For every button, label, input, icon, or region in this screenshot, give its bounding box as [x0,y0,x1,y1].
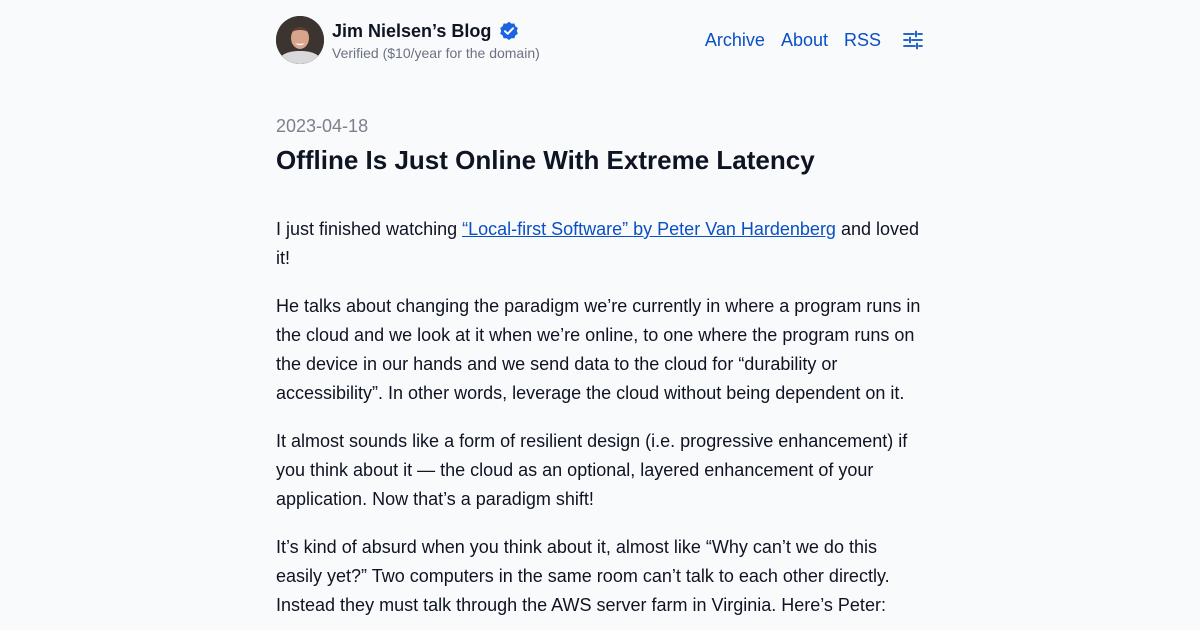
paragraph-1: I just finished watching “Local-first So… [276,215,924,273]
nav-about-link[interactable]: About [781,28,828,52]
verified-badge-icon [499,21,519,41]
site-title-row: Jim Nielsen’s Blog [332,19,540,43]
talk-link[interactable]: “Local-first Software” by Peter Van Hard… [462,219,836,239]
avatar-image [276,16,324,64]
main-nav: Archive About RSS [689,28,924,52]
post-date: 2023-04-18 [276,116,369,136]
site-brand: Jim Nielsen’s Blog Verified ($10/year fo… [332,19,540,62]
site-subtitle: Verified ($10/year for the domain) [332,45,540,61]
post-body: I just finished watching “Local-first So… [276,215,924,620]
sliders-icon[interactable] [902,29,924,51]
paragraph-3: It almost sounds like a form of resilien… [276,431,908,509]
paragraph-4: It’s kind of absurd when you think about… [276,537,890,615]
site-header: Jim Nielsen’s Blog Verified ($10/year fo… [276,0,924,90]
page-container: Jim Nielsen’s Blog Verified ($10/year fo… [276,0,924,620]
avatar[interactable] [276,16,324,64]
nav-rss-link[interactable]: RSS [844,28,881,52]
post-title: Offline Is Just Online With Extreme Late… [276,145,815,175]
site-title[interactable]: Jim Nielsen’s Blog [332,19,491,43]
paragraph-1-before: I just finished watching [276,219,463,239]
paragraph-2: He talks about changing the paradigm we’… [276,296,921,403]
nav-archive-link[interactable]: Archive [705,28,765,52]
post-article: 2023-04-18 Offline Is Just Online With E… [276,115,924,620]
